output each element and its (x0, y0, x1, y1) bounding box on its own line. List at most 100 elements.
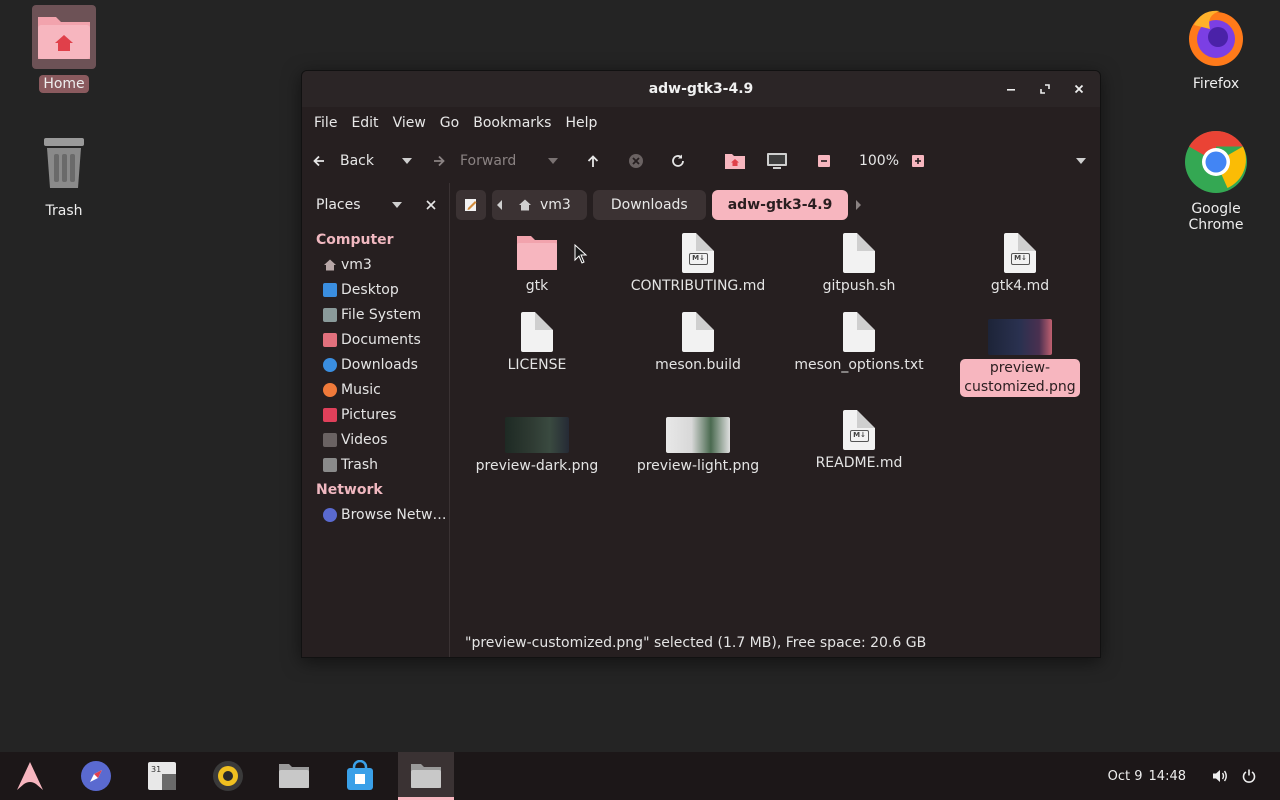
file-item-image[interactable]: preview-light.png (623, 417, 773, 476)
volume-button[interactable] (1212, 768, 1228, 784)
taskbar-web-browser[interactable] (68, 752, 124, 800)
markdown-file-icon: M↓ (682, 233, 714, 273)
toggle-location-entry-button[interactable] (456, 190, 486, 220)
taskbar-files[interactable] (266, 752, 322, 800)
toolbar-overflow-dropdown[interactable] (1076, 146, 1086, 176)
maximize-button[interactable] (1032, 77, 1058, 101)
sidebar-item-desktop[interactable]: Desktop (302, 277, 449, 302)
sidebar-item-videos[interactable]: Videos (302, 427, 449, 452)
firefox-icon (1184, 5, 1248, 69)
sidebar-item-downloads[interactable]: Downloads (302, 352, 449, 377)
arrow-left-icon (312, 154, 326, 168)
forward-history-dropdown[interactable] (548, 146, 586, 176)
taskbar: 31 Oct 9 14:48 (0, 752, 1280, 800)
desktop-icon-chrome[interactable]: Google Chrome (1161, 130, 1271, 234)
close-icon (426, 200, 436, 210)
places-dropdown[interactable]: Places (316, 197, 402, 213)
image-thumbnail-icon (988, 319, 1052, 355)
home-button[interactable] (724, 146, 766, 176)
sidebar-item-label: vm3 (341, 256, 372, 273)
sidebar-pane-header: Places (302, 183, 450, 227)
zoom-in-button[interactable] (912, 146, 940, 176)
sidebar-item-file-system[interactable]: File System (302, 302, 449, 327)
sidebar-item-trash[interactable]: Trash (302, 452, 449, 477)
app-menu-button[interactable] (2, 752, 58, 800)
close-button[interactable] (1066, 77, 1092, 101)
file-manager-window: adw-gtk3-4.9 File Edit View Go Bookmarks… (301, 70, 1101, 658)
file-item-image-selected[interactable]: preview-customized.png (945, 319, 1095, 397)
breadcrumb-current[interactable]: adw-gtk3-4.9 (711, 190, 849, 220)
zoom-out-button[interactable] (818, 146, 846, 176)
file-view[interactable]: gtk M↓ CONTRIBUTING.md gitpush.sh M↓ gtk… (450, 227, 1100, 657)
file-item-markdown[interactable]: M↓ gtk4.md (945, 233, 1095, 296)
documents-folder-icon (323, 332, 337, 347)
computer-button[interactable] (766, 146, 818, 176)
home-folder-icon (32, 5, 96, 69)
file-item-markdown[interactable]: M↓ CONTRIBUTING.md (623, 233, 773, 296)
calendar-icon: 31 (148, 762, 176, 790)
file-name: LICENSE (507, 357, 567, 373)
desktop-icon-label: Home (39, 75, 89, 93)
file-item-folder[interactable]: gtk (462, 233, 612, 296)
title-bar[interactable]: adw-gtk3-4.9 (302, 71, 1100, 107)
image-thumbnail-icon (666, 417, 730, 453)
back-history-dropdown[interactable] (402, 146, 432, 176)
file-name: meson.build (655, 357, 741, 373)
forward-button[interactable]: Forward (432, 146, 548, 176)
chevron-down-icon (548, 158, 558, 164)
file-item-text[interactable]: meson.build (623, 312, 773, 375)
file-name: README.md (815, 455, 903, 471)
taskbar-music-player[interactable] (200, 752, 256, 800)
desktop-icon-home[interactable]: Home (9, 5, 119, 93)
back-button[interactable]: Back (312, 146, 402, 176)
desktop-icon-trash[interactable]: Trash (9, 132, 119, 220)
sidebar-heading-computer: Computer (316, 232, 394, 248)
menu-file[interactable]: File (308, 111, 343, 135)
sidebar-item-music[interactable]: Music (302, 377, 449, 402)
breadcrumb-vm3[interactable]: vm3 (508, 190, 587, 220)
download-icon (323, 357, 337, 372)
file-name: preview-customized.png (960, 359, 1080, 397)
chrome-icon (1184, 130, 1248, 194)
path-scroll-right-button[interactable] (856, 190, 866, 220)
file-name: gitpush.sh (822, 278, 896, 294)
taskbar-software-store[interactable] (332, 752, 388, 800)
power-button[interactable] (1242, 769, 1256, 783)
close-sidebar-button[interactable] (426, 200, 436, 210)
file-item-text[interactable]: meson_options.txt (784, 312, 934, 375)
up-button[interactable] (586, 146, 628, 176)
minimize-button[interactable] (998, 77, 1024, 101)
svg-text:31: 31 (151, 765, 161, 774)
menu-help[interactable]: Help (559, 111, 603, 135)
sidebar-item-vm3[interactable]: vm3 (302, 252, 449, 277)
text-file-icon (521, 312, 553, 352)
reload-button[interactable] (670, 146, 716, 176)
breadcrumb-downloads[interactable]: Downloads (592, 190, 706, 220)
mouse-pointer-icon (574, 244, 588, 264)
desktop-icon-firefox[interactable]: Firefox (1161, 5, 1271, 93)
file-item-text[interactable]: LICENSE (462, 312, 612, 375)
taskbar-file-manager-active[interactable] (398, 752, 454, 800)
status-bar: "preview-customized.png" selected (1.7 M… (450, 629, 1100, 657)
taskbar-calendar[interactable]: 31 (134, 752, 190, 800)
file-item-markdown[interactable]: M↓ README.md (784, 410, 934, 473)
folder-icon (411, 764, 441, 788)
file-name: gtk (525, 278, 549, 294)
file-item-image[interactable]: preview-dark.png (462, 417, 612, 476)
file-item-script[interactable]: gitpush.sh (784, 233, 934, 296)
sidebar-item-pictures[interactable]: Pictures (302, 402, 449, 427)
menu-go[interactable]: Go (434, 111, 465, 135)
path-scroll-left-button[interactable] (492, 190, 508, 220)
menu-edit[interactable]: Edit (345, 111, 384, 135)
sidebar-item-label: Trash (341, 456, 378, 473)
breadcrumb-label: Downloads (610, 197, 688, 213)
menu-bookmarks[interactable]: Bookmarks (467, 111, 557, 135)
power-icon (1242, 769, 1256, 783)
sidebar-item-documents[interactable]: Documents (302, 327, 449, 352)
breadcrumb-label: adw-gtk3-4.9 (727, 197, 833, 213)
stop-button[interactable] (628, 146, 670, 176)
sidebar-item-browse-network[interactable]: Browse Netw… (302, 502, 449, 527)
clock[interactable]: Oct 9 14:48 (1108, 769, 1186, 784)
zoom-level: 100% (846, 146, 912, 176)
menu-view[interactable]: View (387, 111, 432, 135)
